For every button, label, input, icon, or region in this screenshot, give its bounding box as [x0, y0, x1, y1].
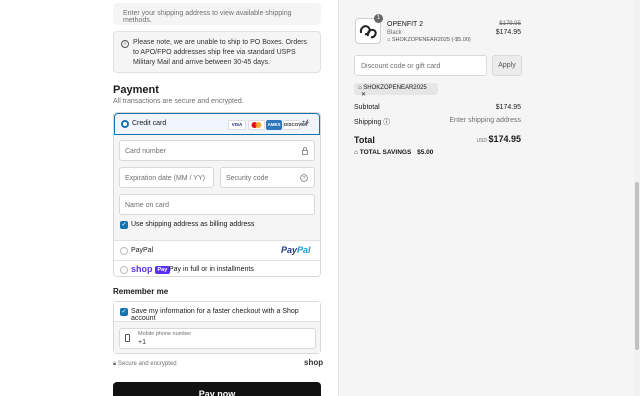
discount-code-placeholder: Discount code or gift card [361, 63, 441, 70]
shipping-label-row: Shipping ⓘ [354, 117, 390, 127]
paypal-logo-pal: Pal [297, 245, 311, 255]
checkout-main-column: Enter your shipping address to view avai… [0, 0, 338, 396]
tag-icon: ⌂ [358, 85, 362, 91]
page-scrollbar[interactable] [634, 0, 640, 396]
visa-icon: VISA [228, 120, 246, 130]
payment-subtitle: All transactions are secure and encrypte… [113, 98, 244, 105]
remove-code-icon[interactable]: ✕ [361, 92, 366, 98]
phone-icon [125, 334, 130, 342]
remember-me-box: ✓ Save my information for a faster check… [113, 301, 321, 354]
shop-pay-logo-text: shop [131, 264, 153, 274]
name-on-card-field[interactable]: Name on card [119, 194, 315, 215]
po-box-notice-text: Please note, we are unable to ship to PO… [133, 39, 307, 66]
subtotal-value: $174.95 [495, 104, 521, 111]
pay-now-button[interactable]: Pay now [113, 382, 321, 396]
remember-me-form: Mobile phone number +1 [114, 322, 320, 353]
secure-encrypted-note: 🔒︎ Secure and encrypted [113, 361, 177, 368]
applied-code-text: SHOKZOPENEAR2025 [363, 85, 427, 91]
mobile-phone-label: Mobile phone number [138, 331, 192, 337]
po-box-notice: i Please note, we are unable to ship to … [113, 31, 321, 73]
paypal-label: PayPal [131, 247, 154, 254]
total-savings: ⌂ TOTAL SAVINGS $5.00 [354, 149, 433, 156]
name-on-card-placeholder: Name on card [125, 202, 169, 209]
shop-logo: shop [304, 358, 324, 367]
help-icon[interactable]: ⓘ [383, 119, 390, 126]
expiration-date-field[interactable]: Expiration date (MM / YY) [119, 167, 214, 188]
amex-icon: AMEX [266, 120, 282, 130]
product-price: $174.95 [495, 29, 521, 36]
paypal-logo: PayPal [281, 245, 311, 255]
scrollbar-thumb[interactable] [635, 182, 639, 350]
help-icon[interactable]: ? [300, 174, 308, 184]
credit-card-option[interactable]: Credit card VISA AMEX DISCOVER +4 [114, 113, 320, 135]
applied-code-chip: ⌂ SHOKZOPENEAR2025 ✕ [354, 83, 438, 98]
shop-pay-option[interactable]: shop Pay Pay in full or in installments [114, 261, 320, 276]
tag-icon: ⌂ [387, 37, 391, 43]
mobile-phone-prefix: +1 [138, 339, 146, 346]
mobile-phone-field[interactable]: Mobile phone number +1 [119, 328, 316, 349]
credit-card-form: Card number Expiration date (MM / YY) Se… [114, 135, 320, 241]
secure-encrypted-text: Secure and encrypted [117, 361, 177, 367]
billing-address-checkbox[interactable]: ✓ [120, 221, 128, 229]
quantity-badge: 1 [374, 14, 383, 23]
lock-icon [302, 147, 308, 157]
more-cards-count: +4 [302, 120, 309, 126]
product-discount-text: SHOKZOPENEAR2025 (-$5.00) [391, 37, 471, 43]
save-info-checkbox[interactable]: ✓ [120, 308, 128, 316]
shop-pay-badge: Pay [154, 265, 171, 274]
shipping-label: Shipping [354, 119, 382, 126]
discover-icon: DISCOVER [283, 120, 308, 130]
currency-code: USD [476, 138, 487, 144]
credit-card-label: Credit card [132, 120, 167, 127]
total-label: Total [354, 135, 375, 145]
shipping-value: Enter shipping address [449, 117, 521, 124]
savings-label: TOTAL SAVINGS [359, 149, 412, 156]
security-code-placeholder: Security code [226, 175, 269, 182]
card-number-placeholder: Card number [125, 148, 166, 155]
mastercard-icon [248, 120, 265, 130]
tag-icon: ⌂ [354, 149, 358, 156]
credit-card-radio[interactable] [121, 120, 129, 128]
product-name: OPENFIT 2 [387, 21, 424, 28]
product-discount: ⌂ SHOKZOPENEAR2025 (-$5.00) [387, 37, 471, 43]
card-number-field[interactable]: Card number [119, 140, 315, 161]
remember-me-title: Remember me [113, 287, 169, 296]
order-summary: 1 OPENFIT 2 Black ⌂ SHOKZOPENEAR2025 (-$… [338, 0, 640, 396]
product-variant: Black [387, 30, 402, 36]
billing-address-label: Use shipping address as billing address [131, 221, 255, 228]
total-value: $174.95 [488, 134, 521, 144]
expiration-date-placeholder: Expiration date (MM / YY) [125, 175, 206, 182]
lock-icon: 🔒︎ [113, 361, 117, 367]
apply-button[interactable]: Apply [492, 55, 522, 76]
paypal-option[interactable]: PayPal PayPal [114, 241, 320, 261]
save-info-label: Save my information for a faster checkou… [131, 308, 299, 322]
mastercard-circles [251, 122, 262, 128]
shipping-method-notice: Enter your shipping address to view avai… [113, 3, 321, 25]
paypal-radio[interactable] [120, 247, 128, 255]
security-code-field[interactable]: Security code ? [220, 167, 315, 188]
svg-text:?: ? [303, 176, 306, 182]
discount-code-input[interactable]: Discount code or gift card [354, 55, 487, 76]
payment-title: Payment [113, 84, 159, 96]
shop-pay-label: Pay in full or in installments [169, 266, 254, 273]
save-info-row: ✓ Save my information for a faster check… [114, 302, 320, 322]
original-price: $179.95 [499, 21, 521, 27]
shop-pay-radio[interactable] [120, 266, 128, 274]
shop-pay-logo: shop Pay [131, 264, 171, 274]
info-icon: i [121, 40, 129, 48]
payment-methods: Credit card VISA AMEX DISCOVER +4 Card n… [113, 112, 321, 277]
savings-value: $5.00 [417, 149, 434, 156]
paypal-logo-pay: Pay [281, 245, 298, 255]
subtotal-label: Subtotal [354, 104, 380, 111]
